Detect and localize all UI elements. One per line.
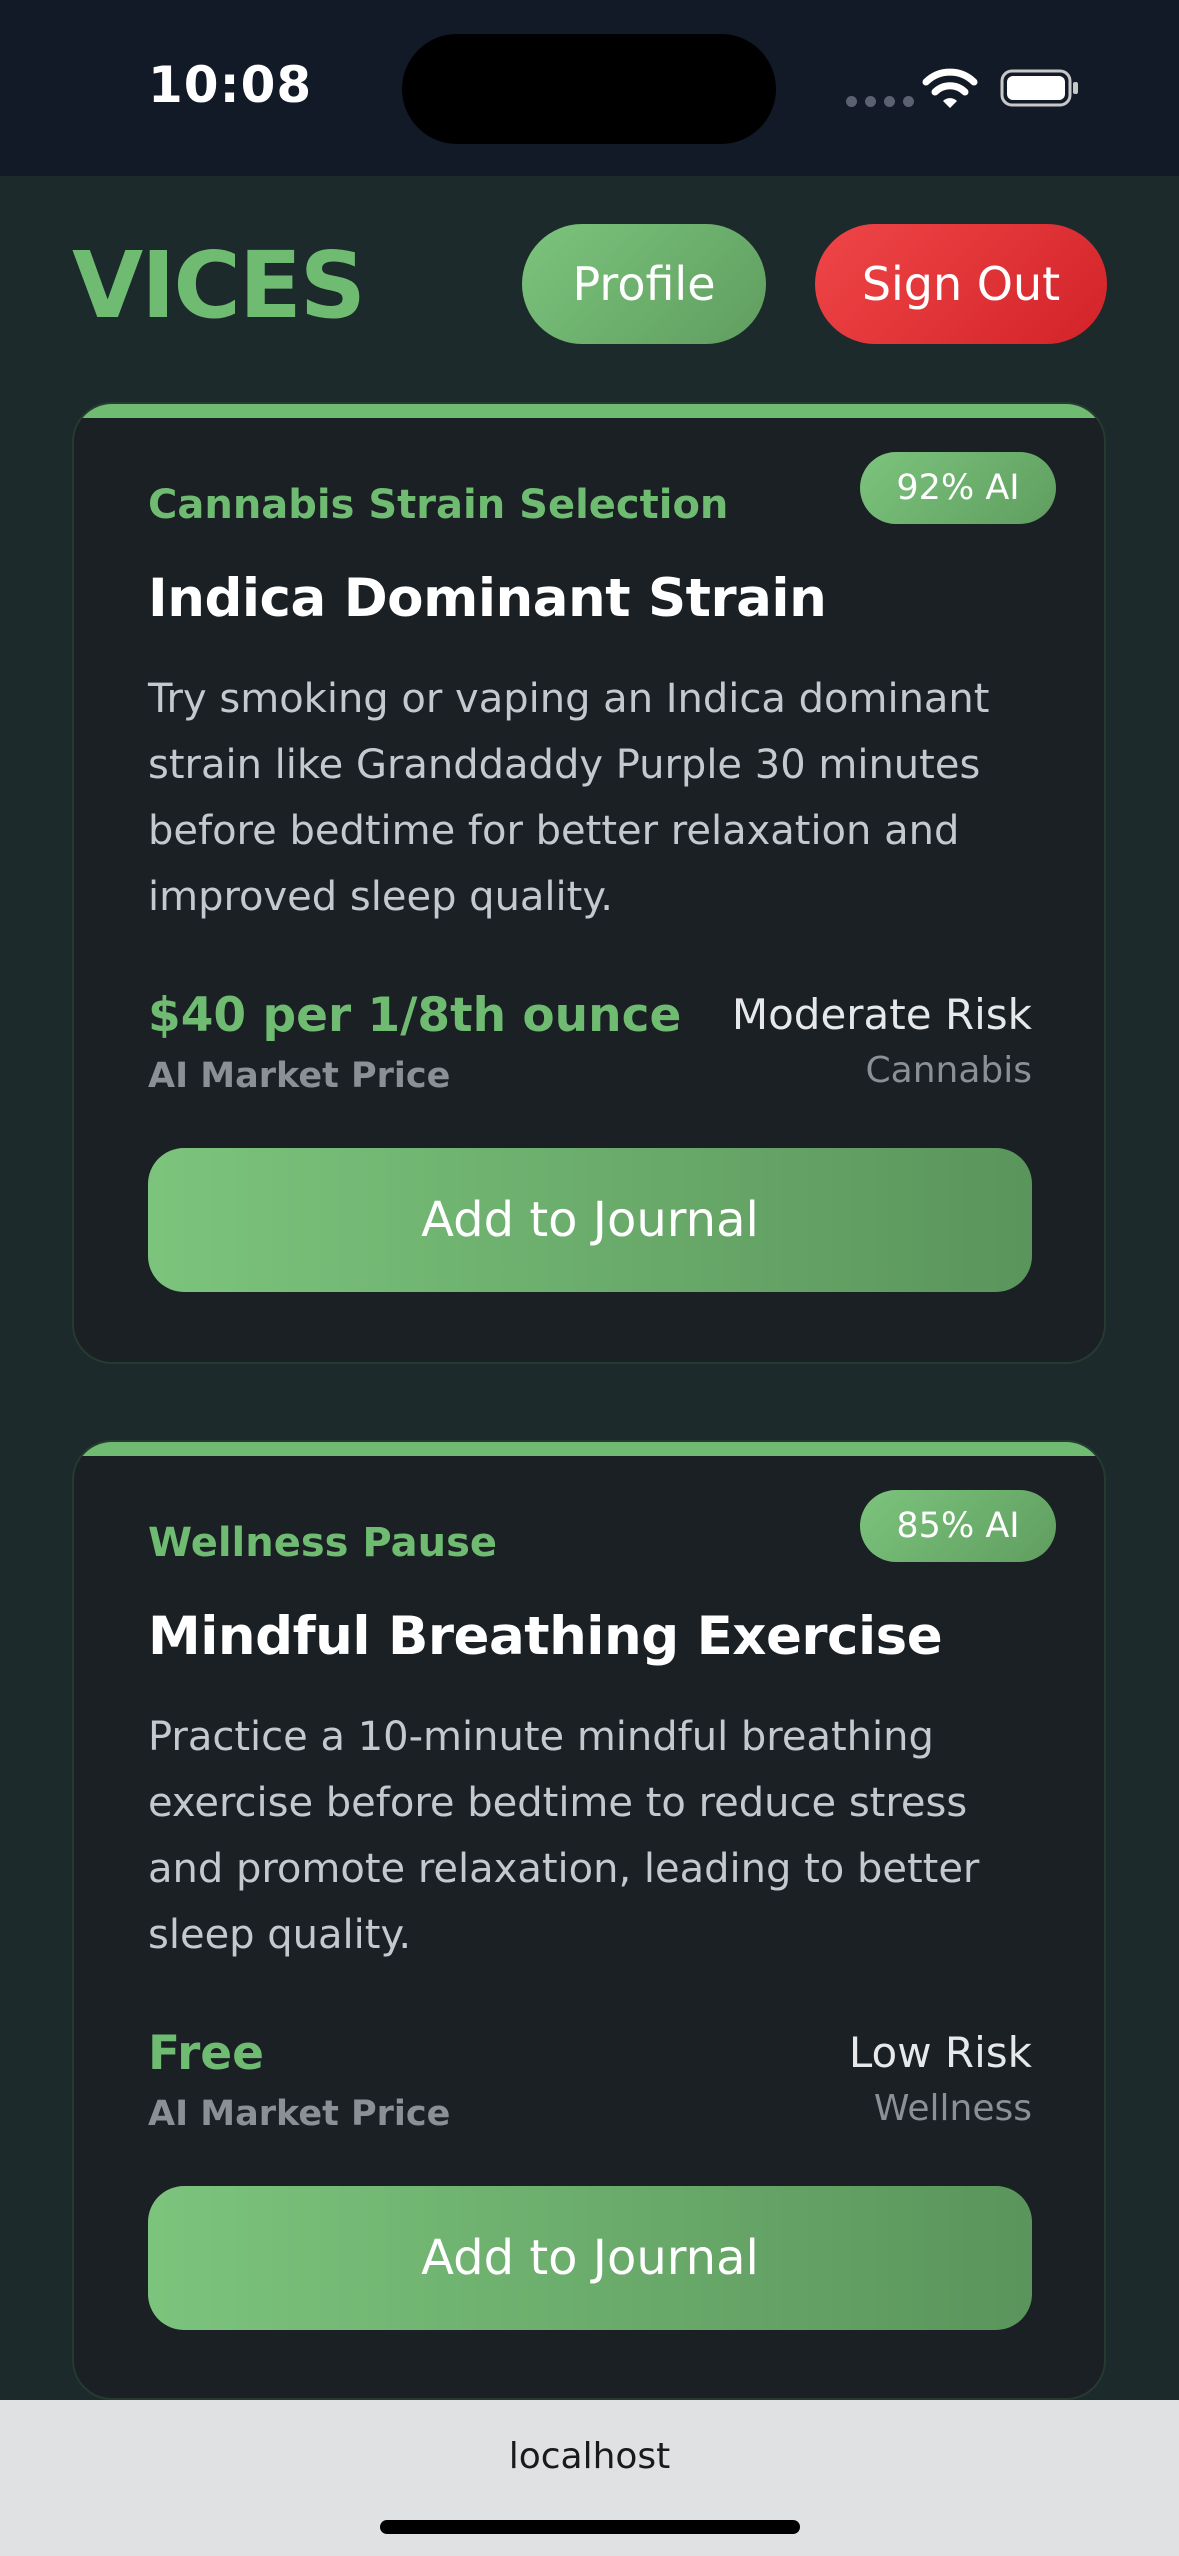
- card-description: Practice a 10-minute mindful breathing e…: [148, 1714, 980, 1958]
- price-label: AI Market Price: [148, 1056, 451, 1096]
- battery-icon: [1000, 69, 1078, 107]
- wifi-icon: [922, 68, 978, 108]
- app-header: VICES Profile Sign Out: [0, 176, 1179, 396]
- ai-confidence-badge: 85% AI: [860, 1490, 1056, 1562]
- card-description: Try smoking or vaping an Indica dominant…: [148, 676, 990, 920]
- app-logo: VICES: [72, 232, 366, 339]
- status-bar: 10:08: [0, 0, 1179, 176]
- risk-level: Low Risk: [848, 2028, 1032, 2077]
- risk-category: Cannabis: [865, 1050, 1033, 1091]
- risk-level: Moderate Risk: [731, 990, 1032, 1039]
- profile-button[interactable]: Profile: [522, 224, 766, 344]
- dynamic-island: [402, 34, 776, 144]
- add-to-journal-button[interactable]: Add to Journal: [148, 1148, 1032, 1292]
- status-time: 10:08: [148, 56, 313, 114]
- suggestion-card: 85% AI Wellness Pause Mindful Breathing …: [72, 1440, 1106, 2400]
- risk-category: Wellness: [873, 2088, 1032, 2129]
- card-title: Mindful Breathing Exercise: [148, 1606, 943, 1667]
- card-title: Indica Dominant Strain: [148, 568, 827, 629]
- url-text[interactable]: localhost: [0, 2436, 1179, 2477]
- suggestion-card: 92% AI Cannabis Strain Selection Indica …: [72, 402, 1106, 1364]
- card-price: Free: [148, 2026, 265, 2081]
- price-label: AI Market Price: [148, 2094, 451, 2134]
- add-to-journal-button[interactable]: Add to Journal: [148, 2186, 1032, 2330]
- sign-out-button[interactable]: Sign Out: [815, 224, 1107, 344]
- browser-address-bar[interactable]: localhost: [0, 2400, 1179, 2556]
- signal-dots-icon: [846, 96, 914, 107]
- home-indicator[interactable]: [380, 2520, 800, 2534]
- card-price: $40 per 1/8th ounce: [148, 988, 682, 1043]
- card-category: Wellness Pause: [148, 1520, 498, 1566]
- ai-confidence-badge: 92% AI: [860, 452, 1056, 524]
- card-category: Cannabis Strain Selection: [148, 482, 729, 528]
